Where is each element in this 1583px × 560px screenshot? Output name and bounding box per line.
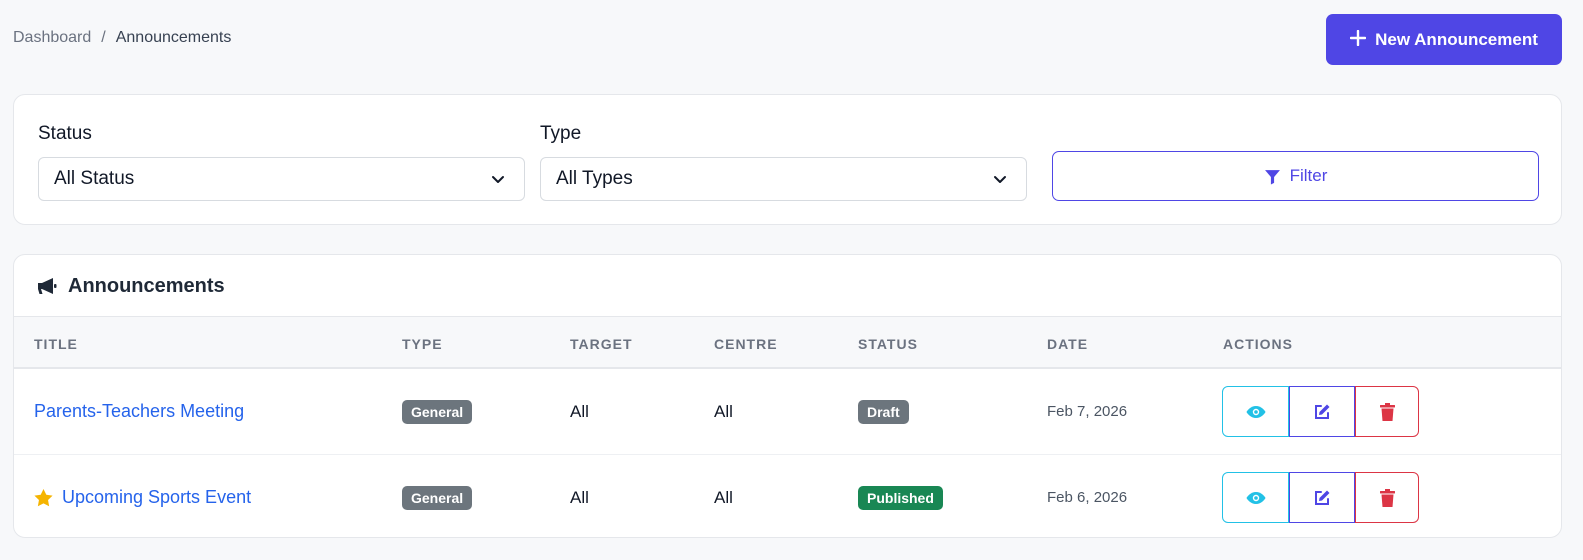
trash-icon — [1379, 488, 1395, 507]
eye-icon — [1246, 405, 1265, 418]
filter-button-label: Filter — [1289, 166, 1328, 185]
status-select-value: All Status — [54, 168, 135, 189]
funnel-icon — [1264, 169, 1280, 184]
breadcrumb: Dashboard / Announcements — [13, 29, 231, 47]
column-header-date[interactable]: DATE — [1047, 336, 1088, 352]
row-actions — [1222, 386, 1419, 437]
announcement-title-link[interactable]: Upcoming Sports Event — [62, 487, 251, 508]
edit-button[interactable] — [1289, 472, 1355, 523]
row-target-cell: All — [570, 401, 589, 421]
filter-panel: Status All Status Type All Types Filter — [13, 94, 1562, 225]
status-filter-label: Status — [38, 123, 92, 144]
new-announcement-label: New Announcement — [1375, 29, 1538, 49]
row-actions — [1222, 472, 1419, 523]
filter-button[interactable]: Filter — [1052, 151, 1539, 201]
column-header-target[interactable]: TARGET — [570, 336, 633, 352]
column-header-actions: ACTIONS — [1223, 336, 1293, 352]
breadcrumb-current: Announcements — [115, 29, 232, 46]
chevron-down-icon — [994, 176, 1006, 183]
view-button[interactable] — [1222, 472, 1289, 523]
breadcrumb-dashboard-link[interactable]: Dashboard — [13, 29, 91, 47]
status-badge: Draft — [858, 399, 909, 424]
table-header: TITLE TYPE TARGET CENTRE STATUS DATE ACT… — [14, 316, 1561, 369]
row-target-cell: All — [570, 487, 589, 507]
row-type-cell: General — [402, 455, 473, 537]
row-status-cell: Published — [858, 455, 943, 537]
column-header-status[interactable]: STATUS — [858, 336, 918, 352]
view-button[interactable] — [1222, 386, 1289, 437]
row-date-cell: Feb 7, 2026 — [1047, 403, 1128, 420]
type-select[interactable]: All Types — [540, 157, 1027, 201]
table-row: Parents-Teachers Meeting General All All… — [14, 369, 1561, 454]
status-select[interactable]: All Status — [38, 157, 525, 201]
edit-icon — [1315, 490, 1330, 505]
new-announcement-button[interactable]: New Announcement — [1326, 14, 1562, 65]
table-card-title: Announcements — [68, 274, 225, 297]
table-row: Upcoming Sports Event General All All Pu… — [14, 454, 1561, 537]
row-centre-cell: All — [714, 487, 733, 507]
row-title-cell: Upcoming Sports Event — [34, 455, 251, 537]
edit-button[interactable] — [1289, 386, 1355, 437]
breadcrumb-separator: / — [101, 29, 106, 46]
type-select-value: All Types — [556, 168, 633, 189]
delete-button[interactable] — [1355, 386, 1419, 437]
row-type-cell: General — [402, 369, 473, 454]
delete-button[interactable] — [1355, 472, 1419, 523]
announcements-table-card: Announcements TITLE TYPE TARGET CENTRE S… — [13, 254, 1562, 538]
chevron-down-icon — [492, 176, 504, 183]
column-header-centre[interactable]: CENTRE — [714, 336, 778, 352]
row-date-cell: Feb 6, 2026 — [1047, 489, 1128, 506]
table-card-header: Announcements — [36, 274, 225, 298]
row-status-cell: Draft — [858, 369, 909, 454]
eye-icon — [1246, 491, 1265, 504]
plus-icon — [1349, 27, 1367, 51]
column-header-title[interactable]: TITLE — [34, 336, 78, 352]
type-filter-label: Type — [540, 123, 582, 144]
column-header-type[interactable]: TYPE — [402, 336, 443, 352]
megaphone-icon — [38, 278, 57, 294]
type-badge: General — [402, 485, 473, 510]
row-centre-cell: All — [714, 401, 733, 421]
trash-icon — [1379, 402, 1395, 421]
status-badge: Published — [858, 485, 943, 510]
edit-icon — [1315, 404, 1330, 419]
star-icon — [34, 488, 53, 507]
announcement-title-link[interactable]: Parents-Teachers Meeting — [34, 401, 244, 422]
type-badge: General — [402, 399, 473, 424]
row-title-cell: Parents-Teachers Meeting — [34, 369, 244, 454]
